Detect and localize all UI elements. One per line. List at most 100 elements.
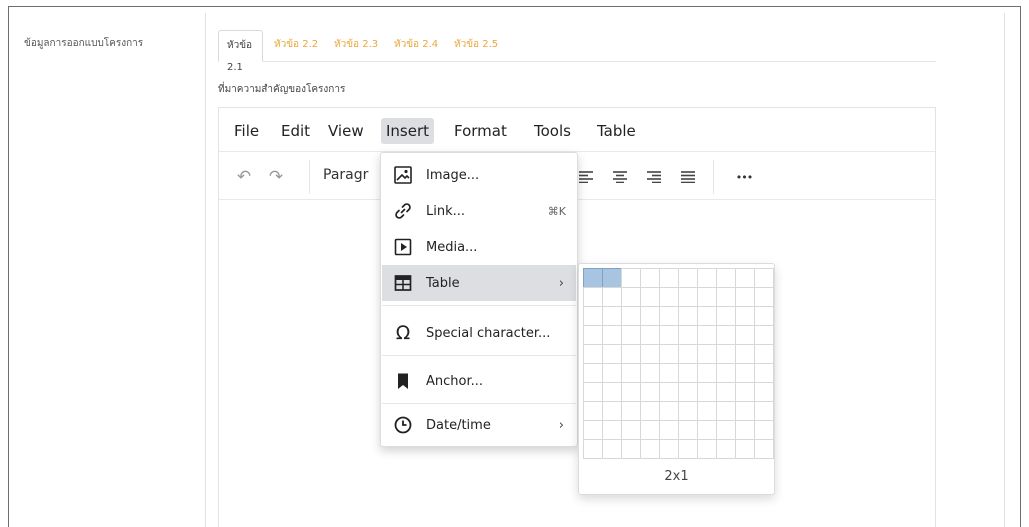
table-grid-cell[interactable] — [620, 324, 641, 345]
table-grid-cell[interactable] — [639, 381, 660, 402]
menu-item-image[interactable]: Image... — [382, 157, 576, 193]
table-grid-cell[interactable] — [658, 305, 679, 326]
table-grid-cell[interactable] — [582, 400, 603, 421]
menu-tools[interactable]: Tools — [529, 118, 576, 144]
table-grid-cell[interactable] — [620, 267, 641, 288]
table-grid-cell[interactable] — [734, 381, 755, 402]
tab-2-5[interactable]: หัวข้อ 2.5 — [446, 30, 506, 62]
table-grid-cell[interactable] — [620, 305, 641, 326]
table-grid-cell[interactable] — [715, 324, 736, 345]
table-grid-cell[interactable] — [658, 381, 679, 402]
table-grid-cell[interactable] — [677, 305, 698, 326]
table-grid-cell[interactable] — [601, 400, 622, 421]
table-grid-cell[interactable] — [639, 400, 660, 421]
table-grid-cell[interactable] — [715, 381, 736, 402]
table-grid-cell[interactable] — [715, 362, 736, 383]
table-grid-cell[interactable] — [639, 343, 660, 364]
table-grid-cell[interactable] — [677, 324, 698, 345]
table-grid-cell[interactable] — [620, 343, 641, 364]
table-grid-cell[interactable] — [639, 324, 660, 345]
table-grid-cell[interactable] — [734, 305, 755, 326]
table-grid-cell[interactable] — [696, 362, 717, 383]
table-grid-cell[interactable] — [620, 438, 641, 459]
table-grid-cell[interactable] — [715, 305, 736, 326]
paragraph-select[interactable]: Paragr — [323, 167, 368, 183]
table-grid-cell[interactable] — [601, 267, 622, 288]
tab-2-3[interactable]: หัวข้อ 2.3 — [326, 30, 386, 62]
table-grid-cell[interactable] — [734, 343, 755, 364]
table-grid-cell[interactable] — [639, 267, 660, 288]
table-grid-cell[interactable] — [620, 400, 641, 421]
menu-view[interactable]: View — [323, 118, 369, 144]
menu-item-special-character[interactable]: Ω Special character... — [382, 315, 576, 351]
table-grid-cell[interactable] — [601, 324, 622, 345]
table-grid-cell[interactable] — [753, 267, 774, 288]
align-center-icon[interactable] — [607, 164, 633, 190]
table-grid-cell[interactable] — [582, 343, 603, 364]
table-grid-cell[interactable] — [677, 381, 698, 402]
table-grid-cell[interactable] — [601, 305, 622, 326]
menu-item-link[interactable]: Link... ⌘K — [382, 193, 576, 229]
table-grid-cell[interactable] — [582, 286, 603, 307]
table-grid-cell[interactable] — [696, 286, 717, 307]
table-grid-cell[interactable] — [582, 267, 603, 288]
table-grid-cell[interactable] — [620, 419, 641, 440]
table-grid-cell[interactable] — [677, 438, 698, 459]
undo-icon[interactable]: ↶ — [231, 164, 257, 190]
table-grid-cell[interactable] — [658, 362, 679, 383]
table-grid-cell[interactable] — [715, 438, 736, 459]
table-grid-cell[interactable] — [696, 324, 717, 345]
table-grid-cell[interactable] — [696, 400, 717, 421]
table-grid-cell[interactable] — [753, 438, 774, 459]
table-grid-cell[interactable] — [696, 267, 717, 288]
table-grid-cell[interactable] — [677, 400, 698, 421]
table-grid-cell[interactable] — [715, 267, 736, 288]
table-grid-cell[interactable] — [753, 343, 774, 364]
table-grid-cell[interactable] — [658, 324, 679, 345]
table-grid-cell[interactable] — [734, 286, 755, 307]
menu-edit[interactable]: Edit — [276, 118, 315, 144]
menu-item-media[interactable]: Media... — [382, 229, 576, 265]
redo-icon[interactable]: ↷ — [263, 164, 289, 190]
table-grid-cell[interactable] — [658, 400, 679, 421]
table-grid-cell[interactable] — [639, 362, 660, 383]
tab-2-1[interactable]: หัวข้อ 2.1 — [218, 30, 263, 73]
table-grid-cell[interactable] — [639, 305, 660, 326]
table-grid-cell[interactable] — [582, 324, 603, 345]
table-grid-cell[interactable] — [658, 438, 679, 459]
more-icon[interactable]: ••• — [731, 164, 757, 190]
table-grid-cell[interactable] — [601, 419, 622, 440]
table-grid-cell[interactable] — [658, 343, 679, 364]
table-grid-cell[interactable] — [753, 400, 774, 421]
table-grid-cell[interactable] — [658, 286, 679, 307]
menu-table[interactable]: Table — [592, 118, 641, 144]
table-grid-cell[interactable] — [696, 343, 717, 364]
menu-item-anchor[interactable]: Anchor... — [382, 363, 576, 399]
table-grid-cell[interactable] — [753, 381, 774, 402]
table-grid-cell[interactable] — [639, 419, 660, 440]
menu-insert[interactable]: Insert — [381, 118, 435, 144]
table-grid-cell[interactable] — [696, 381, 717, 402]
menu-item-datetime[interactable]: Date/time › — [382, 407, 576, 443]
menu-file[interactable]: File — [229, 118, 264, 144]
table-grid-cell[interactable] — [753, 362, 774, 383]
table-grid-cell[interactable] — [677, 286, 698, 307]
table-grid-cell[interactable] — [582, 381, 603, 402]
table-grid-cell[interactable] — [715, 343, 736, 364]
table-grid-cell[interactable] — [601, 362, 622, 383]
table-grid-cell[interactable] — [677, 343, 698, 364]
table-grid-cell[interactable] — [734, 400, 755, 421]
table-grid-cell[interactable] — [582, 419, 603, 440]
table-grid-cell[interactable] — [639, 438, 660, 459]
table-grid-cell[interactable] — [601, 343, 622, 364]
table-grid-cell[interactable] — [601, 438, 622, 459]
table-grid-cell[interactable] — [715, 419, 736, 440]
table-grid-cell[interactable] — [696, 419, 717, 440]
tab-2-4[interactable]: หัวข้อ 2.4 — [386, 30, 446, 62]
table-grid-cell[interactable] — [753, 419, 774, 440]
table-grid-cell[interactable] — [582, 438, 603, 459]
table-grid-cell[interactable] — [620, 286, 641, 307]
menu-item-table[interactable]: Table › — [382, 265, 576, 301]
table-grid-cell[interactable] — [620, 381, 641, 402]
align-justify-icon[interactable] — [675, 164, 701, 190]
